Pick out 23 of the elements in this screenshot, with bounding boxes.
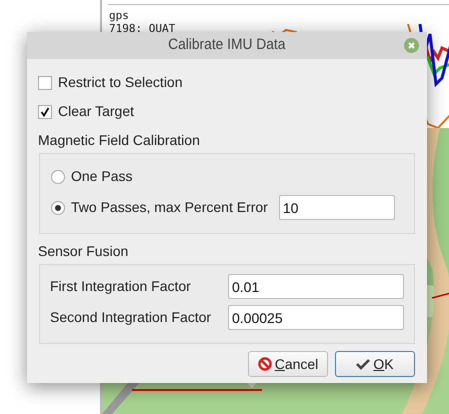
- radio-label: One Pass: [71, 167, 132, 186]
- checkbox[interactable]: [38, 104, 52, 118]
- field-label: Second Integration Factor: [50, 308, 212, 327]
- group-title: Magnetic Field Calibration: [38, 130, 200, 150]
- window-title: Calibrate IMU Data: [168, 35, 286, 56]
- close-button[interactable]: [404, 38, 419, 53]
- group-title: Sensor Fusion: [38, 242, 128, 260]
- no-entry-icon: [258, 357, 272, 371]
- radio-button[interactable]: [51, 170, 65, 184]
- radio-label: Two Passes, max Percent Error: [71, 198, 268, 217]
- checkmark-icon: [356, 358, 370, 370]
- cancel-button[interactable]: Cancel: [248, 351, 328, 377]
- checkbox-label: Restrict to Selection: [58, 73, 182, 92]
- checkbox[interactable]: [38, 76, 52, 90]
- radio-button[interactable]: [51, 200, 65, 214]
- input-field[interactable]: 0.01: [228, 274, 404, 299]
- field-label: First Integration Factor: [50, 277, 192, 296]
- input-field[interactable]: 0.00025: [228, 305, 404, 330]
- panel-label: gps: [109, 9, 129, 22]
- input-field[interactable]: 10: [278, 195, 395, 220]
- ok-button[interactable]: OK: [335, 351, 415, 377]
- checkbox-label: Clear Target: [58, 102, 134, 121]
- series-label: 7198: QUAT: [109, 22, 176, 35]
